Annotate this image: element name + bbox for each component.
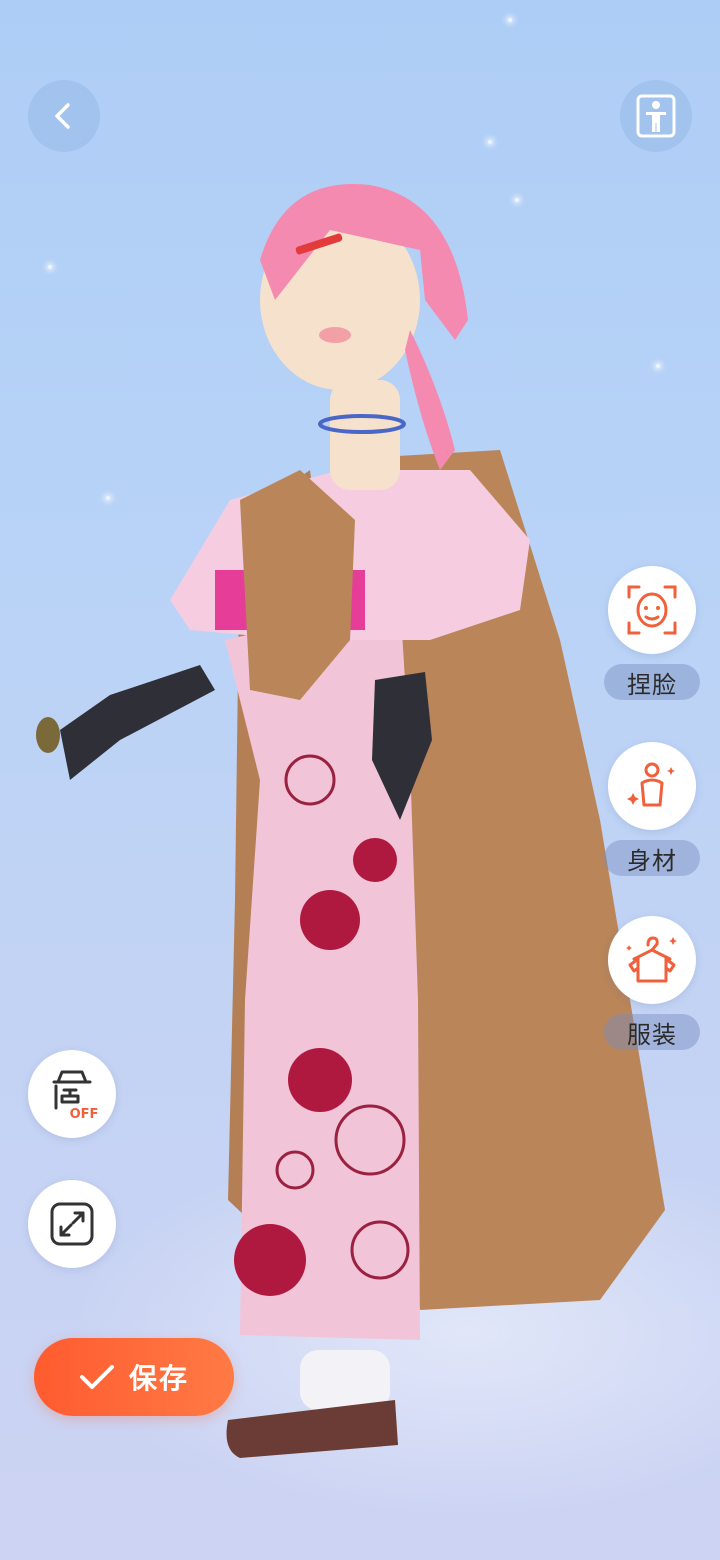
- outfit-edit-button[interactable]: [608, 916, 696, 1004]
- lamp-icon: OFF: [52, 1070, 99, 1122]
- check-icon: [79, 1365, 114, 1389]
- body-sparkle-icon: [627, 762, 675, 807]
- expand-view-button[interactable]: [28, 1180, 116, 1268]
- light-toggle-button[interactable]: OFF: [28, 1050, 116, 1138]
- light-off-badge: OFF: [70, 1107, 99, 1122]
- face-edit-label: 捏脸: [604, 664, 700, 700]
- face-edit-button[interactable]: [608, 566, 696, 654]
- chevron-left-icon: [55, 103, 70, 129]
- body-outline-icon: [636, 94, 676, 138]
- save-button-label: 保存: [128, 1362, 189, 1395]
- expand-arrows-icon: [50, 1202, 94, 1246]
- face-scan-icon: [627, 585, 677, 635]
- body-edit-button[interactable]: [608, 742, 696, 830]
- body-edit-label: 身材: [604, 840, 700, 876]
- save-button[interactable]: 保存: [34, 1338, 234, 1416]
- body-view-toggle[interactable]: [620, 80, 692, 152]
- face-edit-tool[interactable]: 捏脸: [604, 566, 700, 700]
- outfit-edit-tool[interactable]: 服装: [604, 916, 700, 1050]
- outfit-edit-label: 服装: [604, 1014, 700, 1050]
- body-edit-tool[interactable]: 身材: [604, 742, 700, 876]
- back-button[interactable]: [28, 80, 100, 152]
- hanger-shirt-icon: [626, 936, 677, 983]
